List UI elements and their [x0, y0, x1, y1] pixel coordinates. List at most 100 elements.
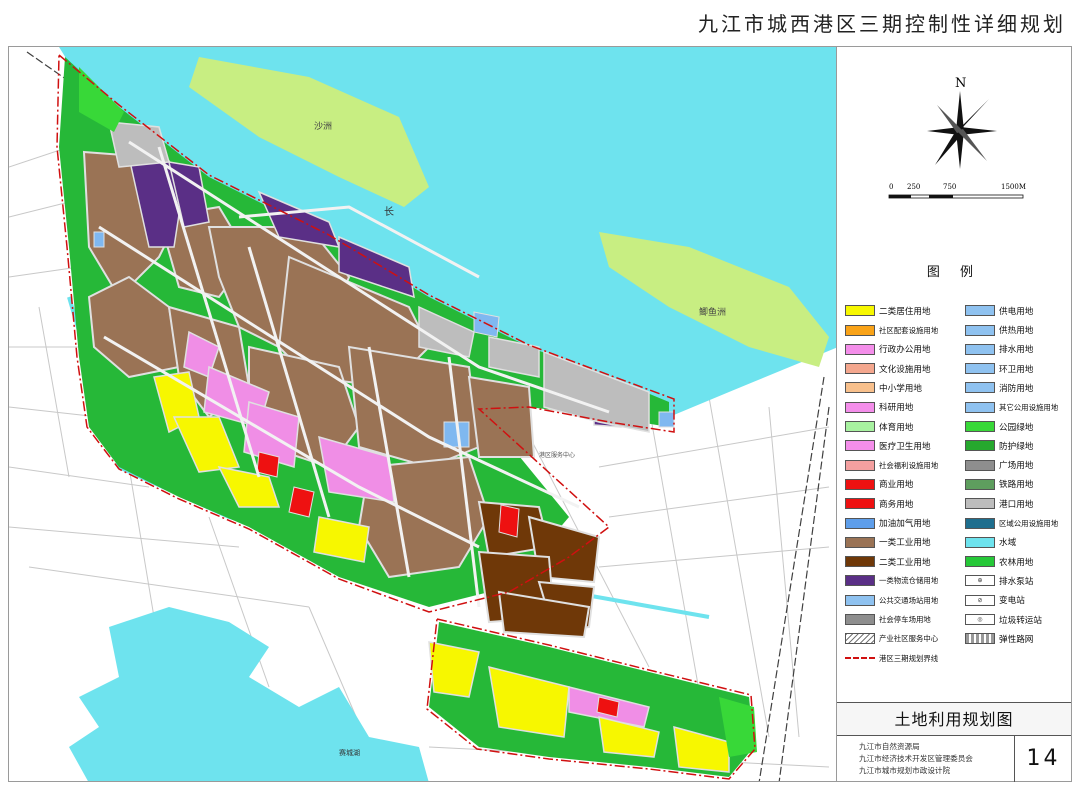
legend-item-label: 产业社区服务中心 [879, 634, 939, 644]
legend-item: 广场用地 [965, 457, 1069, 473]
legend-swatch [965, 498, 995, 510]
legend-item-label: 区域公用设施用地 [999, 518, 1059, 528]
legend-item: 科研用地 [845, 399, 965, 415]
legend-swatch [845, 440, 875, 452]
legend-item-label: 港区三期规划界线 [879, 653, 939, 663]
legend-item-label: 水域 [999, 538, 1017, 549]
legend-item-label: 农林用地 [999, 557, 1034, 568]
legend-item: 一类工业用地 [845, 535, 965, 551]
legend-item-label: 二类工业用地 [879, 557, 931, 568]
legend-item-label: 铁路用地 [999, 480, 1034, 491]
legend-item: 港区三期规划界线 [845, 650, 965, 666]
legend-swatch [845, 305, 875, 317]
label-east-island: 鲫鱼洲 [699, 306, 726, 318]
legend-item: ⊘ 变电站 [965, 592, 1069, 608]
legend-swatch [845, 498, 875, 510]
legend-item: 公共交通场站用地 [845, 592, 965, 608]
legend-item-label: 变电站 [999, 596, 1025, 607]
legend-item-label: 文化设施用地 [879, 364, 931, 375]
legend-item-label: 加油加气用地 [879, 519, 931, 530]
legend-swatch [965, 363, 995, 375]
legend-list: 二类居住用地 供电用地 社区配套设施用地 供热用地 行政办公用地 排水用地 文化设施用地 环卫… [845, 303, 1069, 666]
scale-tick-250: 250 [907, 183, 920, 191]
legend-item-label: 商业用地 [879, 480, 914, 491]
legend-item: 一类物流仓储用地 [845, 573, 965, 589]
legend-item-label: 中小学用地 [879, 383, 922, 394]
legend-item: ⊕ 排水泵站 [965, 573, 1069, 589]
legend-item: 产业社区服务中心 [845, 631, 965, 647]
legend-item: 环卫用地 [965, 361, 1069, 377]
legend-item: 社会停车场用地 [845, 612, 965, 628]
legend-item: 社区配套设施用地 [845, 322, 965, 338]
legend-item: 行政办公用地 [845, 342, 965, 358]
compass-north-label: N [955, 76, 966, 91]
legend-swatch [965, 440, 995, 452]
legend-item: 公园绿地 [965, 419, 1069, 435]
legend-item: 医疗卫生用地 [845, 438, 965, 454]
legend-item-label: 一类工业用地 [879, 538, 931, 549]
document-title: 九江市城西港区三期控制性详细规划 [698, 12, 1066, 36]
legend-item: 二类居住用地 [845, 303, 965, 319]
label-lake: 赛城湖 [339, 748, 360, 757]
legend-item: 水域 [965, 535, 1069, 551]
legend-item-label: 社区配套设施用地 [879, 325, 939, 335]
legend-item-label: 防护绿地 [999, 441, 1034, 452]
land-use-map[interactable]: 沙洲 鲫鱼洲 长 赛城湖 港区服务中心 [8, 46, 837, 782]
scale-tick-1500: 1500M [1001, 183, 1026, 191]
label-north-island: 沙洲 [314, 121, 332, 132]
legend-item: 消防用地 [965, 380, 1069, 396]
legend-swatch: ⊕ [965, 575, 995, 587]
legend-item-label: 公园绿地 [999, 422, 1034, 433]
legend-item-label: 港口用地 [999, 499, 1034, 510]
legend-item: 其它公用设施用地 [965, 399, 1069, 415]
legend-item-label: 商务用地 [879, 499, 914, 510]
legend-swatch [965, 305, 995, 317]
scale-tick-750: 750 [943, 183, 956, 191]
plan-name: 土地利用规划图 [837, 702, 1071, 736]
legend-swatch [965, 633, 995, 645]
legend-swatch [845, 517, 875, 529]
legend-swatch [845, 614, 875, 625]
legend-item: 弹性路网 [965, 631, 1069, 647]
legend-swatch [845, 343, 875, 355]
legend-swatch [845, 575, 875, 587]
legend-item: 文化设施用地 [845, 361, 965, 377]
legend-swatch [845, 536, 875, 548]
legend-swatch [845, 556, 875, 568]
legend-item-label: 公共交通场站用地 [879, 595, 939, 605]
authority-line: 九江市自然资源局 [859, 742, 920, 751]
legend-swatch [845, 421, 875, 433]
legend-swatch [845, 401, 875, 413]
legend-item: 商业用地 [845, 477, 965, 493]
legend-item-label: 社会停车场用地 [879, 615, 931, 624]
legend-swatch [845, 459, 875, 471]
legend-item: 加油加气用地 [845, 515, 965, 531]
legend-item-label: 排水泵站 [999, 576, 1034, 587]
authority-line: 九江市经济技术开发区管理委员会 [859, 754, 973, 763]
legend-swatch [845, 363, 875, 375]
scale-tick-0: 0 [889, 183, 893, 191]
legend-item-label: 环卫用地 [999, 364, 1034, 375]
legend-item: 农林用地 [965, 554, 1069, 570]
legend-swatch [965, 343, 995, 355]
legend-swatch [845, 478, 875, 490]
authority-line: 九江市城市规划市政设计院 [859, 766, 951, 775]
legend-swatch [965, 324, 995, 336]
legend-item: 商务用地 [845, 496, 965, 512]
legend-swatch [845, 657, 875, 660]
legend-swatch [965, 421, 995, 433]
legend-item-label: 广场用地 [999, 461, 1034, 472]
legend-swatch [965, 459, 995, 471]
label-center: 港区服务中心 [539, 451, 575, 459]
legend-swatch [965, 478, 995, 490]
legend-item: 港口用地 [965, 496, 1069, 512]
legend-item: 区域公用设施用地 [965, 515, 1069, 531]
legend-swatch [965, 382, 995, 394]
legend-item-label: 社会福利设施用地 [879, 460, 939, 470]
page-number: 14 [1026, 746, 1061, 771]
legend-item-label: 排水用地 [999, 345, 1034, 356]
legend-panel: N 0 250 750 1500M 图 例 二类居住用地 供电用地 社区配套设施用地… [837, 46, 1072, 782]
legend-item-label: 行政办公用地 [879, 345, 931, 356]
legend-swatch [845, 324, 875, 336]
legend-item-label: 体育用地 [879, 422, 914, 433]
